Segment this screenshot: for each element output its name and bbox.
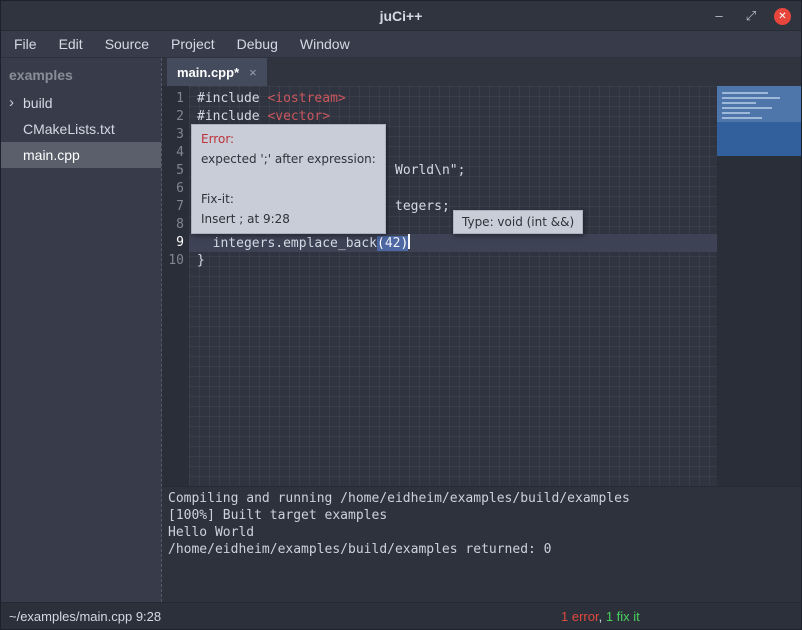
preprocessor-directive: #include xyxy=(197,109,267,124)
chevron-right-icon[interactable]: › xyxy=(9,96,14,110)
tab-label: main.cpp* xyxy=(177,65,239,80)
juci-window: juCi++ – ⤢ ✕ File Edit Source Project De… xyxy=(0,0,802,630)
window-titlebar: juCi++ – ⤢ ✕ xyxy=(1,1,801,31)
status-diagnostics: 1 error, 1 fix it xyxy=(561,609,640,624)
status-bar: ~/examples/main.cpp 9:28 1 error, 1 fix … xyxy=(1,602,801,629)
minimize-button[interactable]: – xyxy=(710,7,728,25)
code-area[interactable]: #include <iostream> #include <vector> Wo… xyxy=(189,86,717,486)
editor-column: main.cpp* × 1 2 3 4 5 6 7 8 9 10 xyxy=(161,58,801,602)
line-number: 6 xyxy=(162,180,184,198)
tree-item-build[interactable]: › build xyxy=(1,90,161,116)
minimap-code-line xyxy=(722,117,762,119)
output-line: /home/eidheim/examples/build/examples re… xyxy=(168,541,795,558)
file-tree-sidebar: examples › build CMakeLists.txt main.cpp xyxy=(1,58,161,602)
type-tooltip: Type: void (int &&) xyxy=(453,210,583,234)
line-number: 10 xyxy=(162,252,184,270)
code-line-5-fragment: World\n"; xyxy=(395,162,465,180)
argument-value: 42 xyxy=(385,236,401,251)
code-line-7-fragment: tegers; xyxy=(395,198,450,216)
minimap-code-line xyxy=(722,112,750,114)
tree-item-label: main.cpp xyxy=(23,147,80,163)
include-header: <vector> xyxy=(267,109,330,124)
line-number: 1 xyxy=(162,90,184,108)
menu-item-edit[interactable]: Edit xyxy=(48,31,94,58)
tab-bar: main.cpp* × xyxy=(162,58,801,86)
window-controls: – ⤢ ✕ xyxy=(710,1,791,31)
error-label: Error: xyxy=(201,129,376,149)
fixit-count: 1 fix it xyxy=(606,609,640,624)
menu-item-debug[interactable]: Debug xyxy=(226,31,289,58)
error-tooltip: Error: expected ';' after expression: Fi… xyxy=(191,124,386,234)
code-line-10: } xyxy=(197,252,205,270)
statement-text: integers.emplace_back xyxy=(197,236,377,251)
matched-close-paren: ) xyxy=(401,236,409,251)
minimap-code-line xyxy=(722,102,756,104)
output-line: Hello World xyxy=(168,524,795,541)
menu-item-window[interactable]: Window xyxy=(289,31,361,58)
editor: 1 2 3 4 5 6 7 8 9 10 #include <iostream>… xyxy=(162,86,801,486)
minimap[interactable] xyxy=(717,86,801,156)
error-message: expected ';' after expression: xyxy=(201,149,376,169)
project-folder-header: examples xyxy=(1,60,161,90)
code-line-1: #include <iostream> xyxy=(197,90,346,108)
fixit-label: Fix-it: xyxy=(201,189,376,209)
menu-item-file[interactable]: File xyxy=(3,31,48,58)
output-line: [100%] Built target examples xyxy=(168,507,795,524)
window-title: juCi++ xyxy=(380,8,423,24)
line-number: 8 xyxy=(162,216,184,234)
matched-open-paren: ( xyxy=(377,236,385,251)
line-number-gutter: 1 2 3 4 5 6 7 8 9 10 xyxy=(162,86,189,486)
tree-item-label: CMakeLists.txt xyxy=(23,121,115,137)
menu-item-source[interactable]: Source xyxy=(94,31,160,58)
output-line: Compiling and running /home/eidheim/exam… xyxy=(168,490,795,507)
tab-close-icon[interactable]: × xyxy=(249,65,257,80)
line-number: 2 xyxy=(162,108,184,126)
line-number: 4 xyxy=(162,144,184,162)
fixit-message: Insert ; at 9:28 xyxy=(201,209,376,229)
menu-item-project[interactable]: Project xyxy=(160,31,226,58)
include-header: <iostream> xyxy=(267,91,345,106)
minimap-column xyxy=(717,86,801,486)
close-button[interactable]: ✕ xyxy=(774,8,791,25)
tree-item-label: build xyxy=(23,95,53,111)
line-number-current: 9 xyxy=(162,234,184,252)
tree-item-main-cpp[interactable]: main.cpp xyxy=(1,142,161,168)
tree-item-cmakelists[interactable]: CMakeLists.txt xyxy=(1,116,161,142)
status-file-location: ~/examples/main.cpp 9:28 xyxy=(9,609,161,624)
menubar: File Edit Source Project Debug Window xyxy=(1,31,801,58)
restore-button[interactable]: ⤢ xyxy=(742,7,760,25)
preprocessor-directive: #include xyxy=(197,91,267,106)
line-number: 3 xyxy=(162,126,184,144)
tab-main-cpp[interactable]: main.cpp* × xyxy=(167,58,267,86)
line-number: 5 xyxy=(162,162,184,180)
line-number: 7 xyxy=(162,198,184,216)
minimap-code-line xyxy=(722,92,768,94)
output-panel[interactable]: Compiling and running /home/eidheim/exam… xyxy=(162,486,801,604)
diagnostics-separator: , xyxy=(599,609,606,624)
code-line-9: integers.emplace_back(42) xyxy=(197,234,410,253)
tooltip-spacer xyxy=(201,169,376,189)
text-cursor xyxy=(408,234,410,249)
error-count: 1 error xyxy=(561,609,599,624)
minimap-code-line xyxy=(722,107,772,109)
main-area: examples › build CMakeLists.txt main.cpp… xyxy=(1,58,801,602)
minimap-code-line xyxy=(722,97,780,99)
